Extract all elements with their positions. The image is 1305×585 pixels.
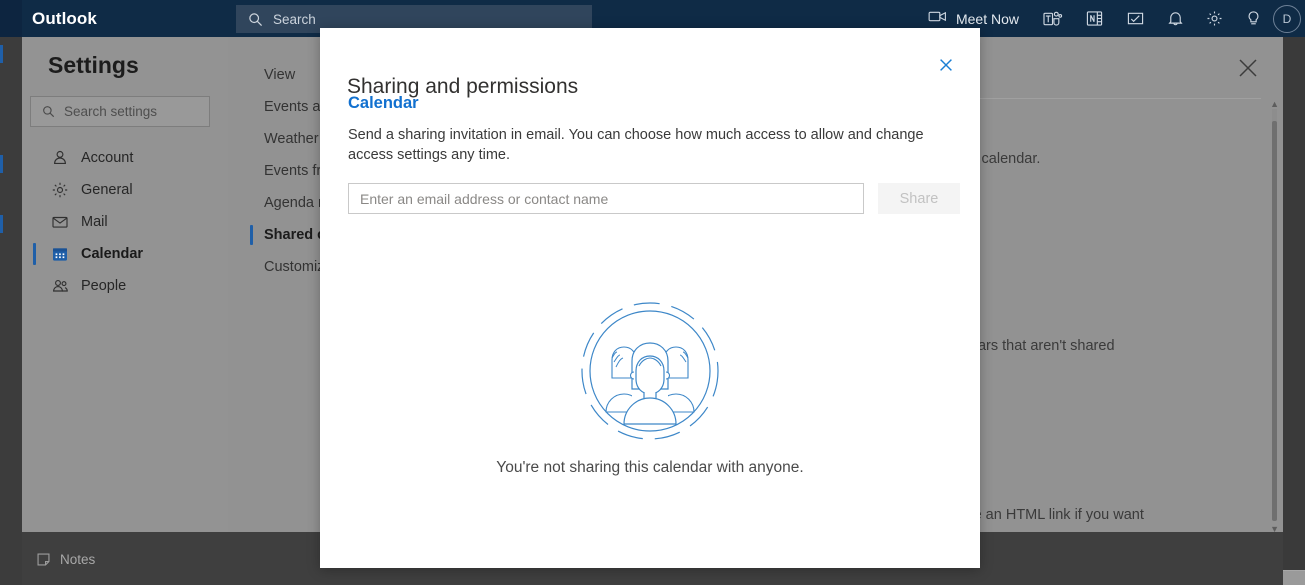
sidebar-item-mail[interactable]: Mail [22, 206, 228, 238]
note-icon [36, 552, 51, 567]
envelope-icon [51, 213, 69, 231]
scrollbar[interactable] [1272, 109, 1277, 521]
settings-nav: Settings Search settings Account General… [22, 37, 228, 532]
sidebar-item-label: Calendar [81, 246, 144, 262]
sidebar-item-people[interactable]: People [22, 270, 228, 302]
teams-icon[interactable] [1031, 0, 1074, 37]
gear-icon [51, 181, 69, 199]
sidebar-item-label: Mail [81, 214, 108, 230]
search-icon [248, 12, 263, 27]
search-icon [42, 105, 55, 118]
page-title: Settings [48, 52, 139, 78]
onenote-icon[interactable] [1074, 0, 1115, 37]
scrollbar-thumb[interactable] [1272, 121, 1277, 521]
meet-now-label: Meet Now [955, 10, 1019, 27]
app-left-rail [0, 37, 22, 585]
todo-icon[interactable] [1115, 0, 1156, 37]
sidebar-item-label: Account [81, 150, 134, 166]
close-icon[interactable] [931, 50, 961, 80]
sidebar-item-general[interactable]: General [22, 174, 228, 206]
outlook-brand[interactable]: Outlook [32, 9, 97, 29]
search-settings-placeholder: Search settings [64, 104, 158, 119]
sidebar-item-account[interactable]: Account [22, 142, 228, 174]
rail-indicator [0, 155, 3, 173]
selection-indicator [33, 243, 36, 265]
app-root: Outlook Search Meet Now D Settings Searc… [0, 0, 1305, 585]
bell-icon[interactable] [1156, 0, 1195, 37]
rail-indicator [0, 215, 3, 233]
global-search-placeholder: Search [273, 11, 316, 27]
scroll-up-arrow[interactable]: ▲ [1270, 99, 1279, 109]
sidebar-item-calendar[interactable]: Calendar [22, 238, 228, 270]
notes-label: Notes [60, 552, 96, 567]
close-icon[interactable] [1234, 54, 1262, 82]
avatar[interactable]: D [1273, 4, 1301, 33]
lightbulb-icon[interactable] [1234, 0, 1273, 37]
people-icon [51, 277, 69, 295]
video-camera-icon [928, 10, 947, 28]
calendar-icon [51, 245, 69, 263]
settings-nav-list: Account General Mail Calendar People [22, 142, 228, 302]
share-email-input[interactable] [348, 183, 864, 214]
sidebar-item-label: People [81, 278, 127, 294]
dialog-description: Send a sharing invitation in email. You … [348, 127, 924, 163]
sidebar-item-label: General [81, 182, 133, 198]
empty-state-text: You're not sharing this calendar with an… [496, 459, 804, 476]
topbar-left-rail [0, 0, 22, 37]
share-button[interactable]: Share [878, 183, 960, 214]
rail-indicator [0, 45, 3, 63]
search-settings-input[interactable]: Search settings [30, 96, 210, 127]
subnav-item-label: Weather [264, 131, 319, 147]
notes-module-button[interactable]: Notes [36, 552, 95, 567]
sharing-permissions-dialog: Sharing and permissions Calendar Send a … [320, 28, 980, 568]
people-in-circle-illustration [320, 300, 980, 442]
gear-icon[interactable] [1195, 0, 1234, 37]
subnav-item-label: View [264, 67, 296, 83]
section-heading-calendar: Calendar [348, 94, 419, 112]
selection-indicator [250, 225, 253, 245]
person-icon [51, 149, 69, 167]
share-row: Share [348, 183, 960, 214]
